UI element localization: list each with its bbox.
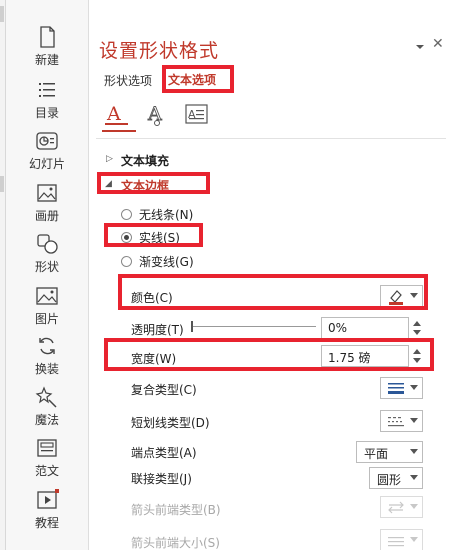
radio-label: 无线条(N) xyxy=(139,208,194,222)
sidebar-item-magic[interactable]: 魔法 xyxy=(6,384,88,434)
divider xyxy=(96,138,446,139)
sidebar-item-shapes[interactable]: 形状 xyxy=(6,231,88,281)
begin-arrow-type-label: 箭头前端类型(B) xyxy=(131,503,221,517)
textbox-icon[interactable]: A xyxy=(184,102,210,128)
compound-type-dropdown[interactable] xyxy=(380,377,423,399)
sidebar-item-label: 教程 xyxy=(34,516,59,530)
begin-arrow-size-dropdown[interactable] xyxy=(380,529,423,550)
new-document-icon xyxy=(35,26,59,48)
picture-icon xyxy=(35,285,59,307)
dash-type-label: 短划线类型(D) xyxy=(131,416,210,430)
highlight-box xyxy=(162,65,234,93)
sidebar-item-catalog[interactable]: 目录 xyxy=(6,77,88,127)
cap-type-label: 端点类型(A) xyxy=(131,446,197,460)
image-gallery-icon xyxy=(35,182,59,204)
chevron-down-icon xyxy=(410,418,418,423)
chevron-down-icon xyxy=(410,504,418,509)
active-subtab-indicator xyxy=(102,130,136,132)
sidebar-item-label: 幻灯片 xyxy=(28,157,65,171)
sidebar-item-restyle[interactable]: 换装 xyxy=(6,333,88,383)
pane-title: 设置形状格式 xyxy=(99,40,220,62)
tab-shape-options[interactable]: 形状选项 xyxy=(104,72,152,89)
join-type-label: 联接类型(J) xyxy=(131,472,192,486)
sidebar-item-samples[interactable]: 范文 xyxy=(6,435,88,485)
edge-marker xyxy=(0,176,4,192)
pane-options-button[interactable] xyxy=(413,38,427,52)
refresh-icon xyxy=(35,335,59,357)
radio-no-line[interactable] xyxy=(121,209,132,220)
sidebar-item-label: 魔法 xyxy=(34,413,59,427)
transparency-label: 透明度(T) xyxy=(131,323,184,337)
sidebar-item-label: 新建 xyxy=(34,53,59,67)
magic-wand-icon xyxy=(35,386,59,408)
arrow-size-icon xyxy=(388,537,404,547)
text-effects-icon[interactable]: A xyxy=(144,101,170,127)
highlight-box xyxy=(118,274,428,310)
chevron-down-icon xyxy=(416,45,424,49)
transparency-spinner[interactable] xyxy=(411,317,423,339)
close-pane-button[interactable]: ✕ xyxy=(432,36,446,52)
close-icon: ✕ xyxy=(432,36,444,52)
transparency-slider[interactable] xyxy=(192,326,316,327)
compound-type-label: 复合类型(C) xyxy=(131,383,197,397)
chevron-down-icon xyxy=(410,385,418,390)
sidebar-item-picture[interactable]: 图片 xyxy=(6,283,88,333)
tutorial-video-icon xyxy=(35,489,59,511)
join-type-dropdown[interactable]: 圆形 xyxy=(369,467,423,489)
sidebar-item-label: 形状 xyxy=(34,260,59,274)
sidebar-item-album[interactable]: 画册 xyxy=(6,180,88,230)
sidebar-item-label: 画册 xyxy=(34,209,59,223)
section-text-fill[interactable]: 文本填充 xyxy=(121,152,169,169)
slides-icon xyxy=(35,130,59,152)
dash-lines-icon xyxy=(388,417,404,427)
edge-marker xyxy=(0,6,4,22)
svg-text:A: A xyxy=(106,103,121,125)
sidebar-item-tutorial[interactable]: 教程 xyxy=(6,487,88,537)
chevron-down-icon xyxy=(410,475,418,480)
sidebar-item-label: 图片 xyxy=(34,312,59,326)
list-icon xyxy=(35,79,59,101)
sidebar-item-new[interactable]: 新建 xyxy=(6,24,88,74)
begin-arrow-type-dropdown[interactable] xyxy=(380,496,423,518)
text-fill-outline-icon[interactable]: A xyxy=(104,101,130,127)
arrows-icon xyxy=(388,501,404,514)
sidebar: 新建 目录 幻灯片 画册 形状 图片 换装 魔法 范文 教程 xyxy=(6,0,89,550)
highlight-box xyxy=(104,338,434,371)
compound-lines-icon xyxy=(388,383,404,394)
chevron-down-icon xyxy=(410,537,418,542)
sidebar-item-slides[interactable]: 幻灯片 xyxy=(6,128,88,178)
sidebar-item-label: 目录 xyxy=(34,106,59,120)
expand-arrow-icon: ▷ xyxy=(106,154,113,164)
cap-type-dropdown[interactable]: 平面 xyxy=(356,441,423,463)
sidebar-item-label: 换装 xyxy=(34,362,59,376)
dash-type-dropdown[interactable] xyxy=(380,410,423,432)
transparency-slider-thumb[interactable] xyxy=(191,321,193,332)
highlight-box xyxy=(104,223,203,247)
shapes-icon xyxy=(35,233,59,255)
radio-label: 渐变线(G) xyxy=(139,255,194,269)
template-icon xyxy=(35,437,59,459)
highlight-box xyxy=(97,172,210,194)
sidebar-item-label: 范文 xyxy=(34,464,59,478)
begin-arrow-size-label: 箭头前端大小(S) xyxy=(131,536,220,550)
transparency-input[interactable]: 0% xyxy=(321,317,409,339)
radio-gradient-line[interactable] xyxy=(121,256,132,267)
chevron-down-icon xyxy=(410,449,418,454)
